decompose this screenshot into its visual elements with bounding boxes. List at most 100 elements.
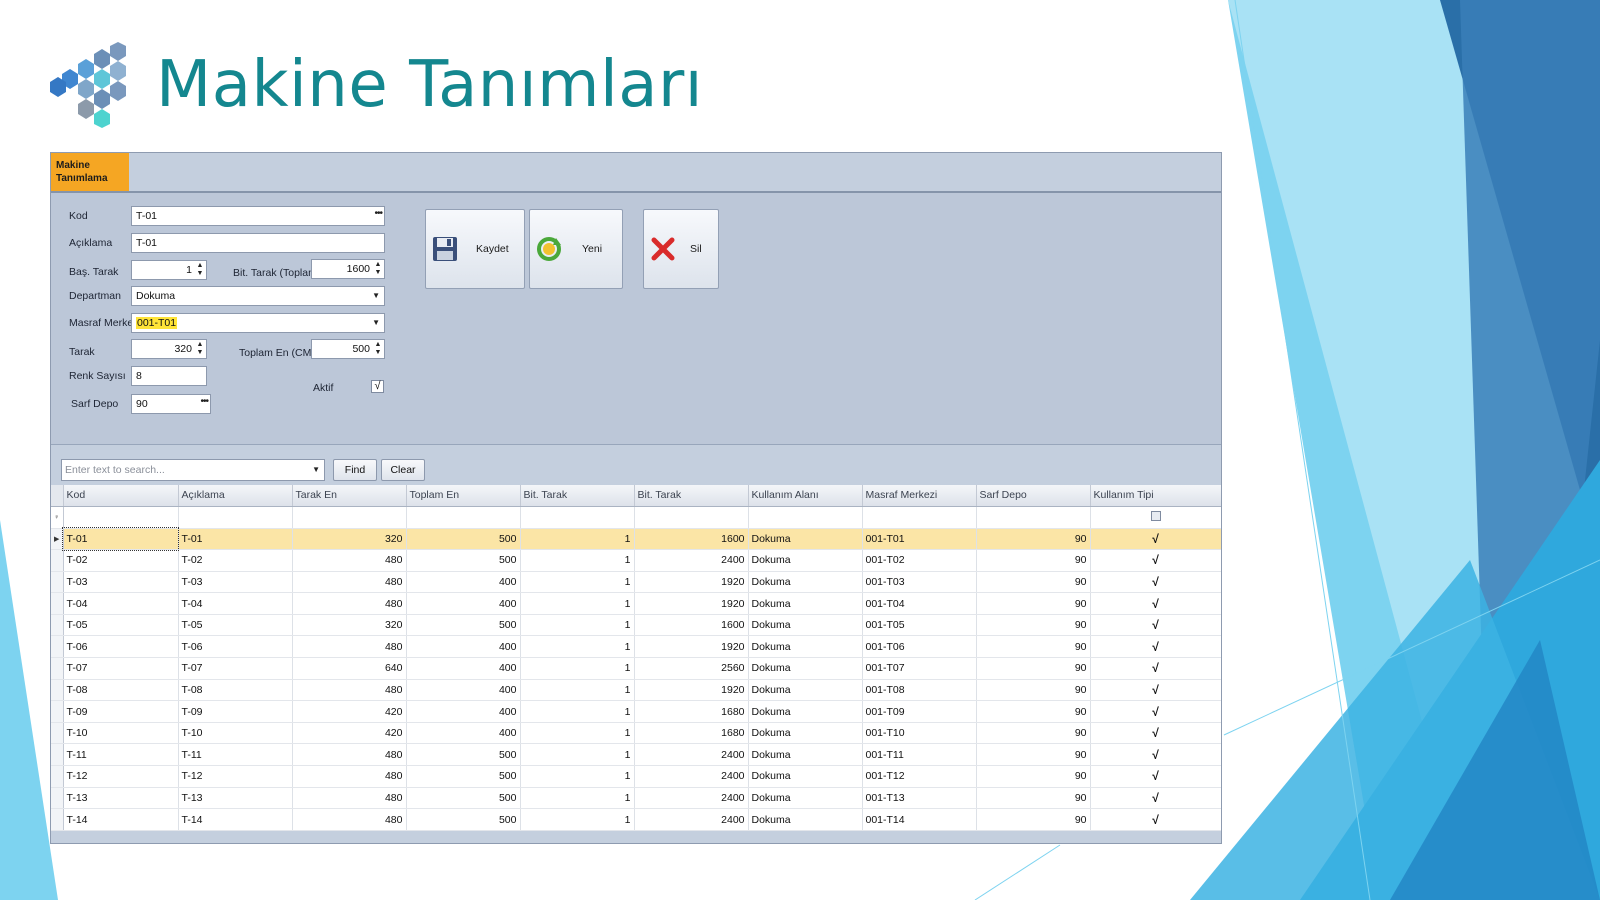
aktif-checkbox[interactable]: √ xyxy=(371,380,384,393)
grid-cell[interactable]: 1 xyxy=(520,787,635,810)
grid-cell[interactable]: Dokuma xyxy=(748,700,863,723)
grid-cell[interactable]: Dokuma xyxy=(748,657,863,680)
grid-cell[interactable]: T-07 xyxy=(63,657,179,680)
dropdown-arrow-icon[interactable]: ▼ xyxy=(372,291,380,300)
renk-sayisi-input[interactable]: 8 xyxy=(131,366,207,386)
grid-cell[interactable]: T-01 xyxy=(62,527,179,551)
column-header[interactable]: Bit. Tarak xyxy=(520,485,635,507)
kullanim-tipi-checkbox[interactable]: √ xyxy=(1090,765,1221,788)
column-header[interactable]: Kod xyxy=(63,485,179,507)
grid-cell[interactable]: 400 xyxy=(406,700,521,723)
grid-cell[interactable]: 90 xyxy=(976,679,1091,702)
grid-cell[interactable]: 400 xyxy=(406,657,521,680)
filter-cell[interactable] xyxy=(63,506,179,529)
grid-cell[interactable]: 1680 xyxy=(634,722,749,745)
grid-cell[interactable]: 500 xyxy=(406,765,521,788)
grid-cell[interactable]: 1920 xyxy=(634,592,749,615)
row-indicator[interactable] xyxy=(51,700,64,723)
grid-cell[interactable]: T-04 xyxy=(63,592,179,615)
grid-cell[interactable]: 1 xyxy=(520,765,635,788)
kullanim-tipi-checkbox[interactable]: √ xyxy=(1090,614,1221,637)
grid-cell[interactable]: 500 xyxy=(406,528,521,551)
grid-cell[interactable]: 420 xyxy=(292,700,407,723)
column-header[interactable]: Bit. Tarak xyxy=(634,485,749,507)
grid-cell[interactable]: 500 xyxy=(406,743,521,767)
grid-cell[interactable]: 480 xyxy=(292,808,407,831)
grid-cell[interactable]: 1 xyxy=(520,679,635,702)
grid-cell[interactable]: T-13 xyxy=(63,787,179,810)
grid-cell[interactable]: 420 xyxy=(292,722,407,745)
grid-cell[interactable]: 001-T05 xyxy=(862,614,977,637)
grid-cell[interactable]: 2400 xyxy=(634,787,749,810)
table-row[interactable]: T-14 T-14 480 500 1 2400 Dokuma 001-T14 90 √ xyxy=(51,808,1221,831)
grid-cell[interactable]: Dokuma xyxy=(748,528,863,551)
dropdown-arrow-icon[interactable]: ▼ xyxy=(312,465,320,474)
grid-cell[interactable]: T-14 xyxy=(63,808,179,831)
grid-cell[interactable]: 480 xyxy=(292,743,407,767)
grid-cell[interactable]: 1 xyxy=(520,700,635,723)
grid-cell[interactable]: 1920 xyxy=(634,679,749,702)
grid-cell[interactable]: T-05 xyxy=(63,614,179,637)
column-header[interactable]: Sarf Depo xyxy=(976,485,1091,507)
bas-tarak-spinner[interactable]: 1 ▲ ▼ xyxy=(131,260,207,280)
grid-cell[interactable]: Dokuma xyxy=(748,808,863,831)
sil-button[interactable]: Sil xyxy=(643,209,719,289)
grid-cell[interactable]: 90 xyxy=(976,614,1091,637)
tarak-spinner[interactable]: 320 ▲ ▼ xyxy=(131,339,207,359)
grid-cell[interactable]: 2400 xyxy=(634,549,749,572)
row-indicator[interactable] xyxy=(51,592,64,615)
filter-cell[interactable] xyxy=(862,506,977,529)
grid-cell[interactable]: 90 xyxy=(976,722,1091,745)
grid-cell[interactable]: T-12 xyxy=(63,765,179,788)
table-row[interactable]: ▶ T-01 T-01 320 500 1 1600 Dokuma 001-T01 90 √ xyxy=(51,527,1221,551)
grid-cell[interactable]: 1 xyxy=(520,635,635,659)
grid-cell[interactable]: 001-T13 xyxy=(862,787,977,810)
grid-cell[interactable]: 001-T12 xyxy=(862,765,977,788)
table-row[interactable]: T-10 T-10 420 400 1 1680 Dokuma 001-T10 90 √ xyxy=(51,722,1221,745)
aciklama-input[interactable]: T-01 xyxy=(131,233,385,253)
grid-cell[interactable]: T-12 xyxy=(178,765,293,788)
kullanim-tipi-checkbox[interactable]: √ xyxy=(1090,592,1221,615)
grid-cell[interactable]: 90 xyxy=(976,571,1091,594)
search-input[interactable]: Enter text to search... ▼ xyxy=(61,459,325,481)
kullanim-tipi-checkbox[interactable]: √ xyxy=(1090,657,1221,680)
filter-cell[interactable] xyxy=(976,506,1091,529)
toplam-en-spinner[interactable]: 500 ▲ ▼ xyxy=(311,339,385,359)
grid-cell[interactable]: 480 xyxy=(292,787,407,810)
grid-cell[interactable]: 480 xyxy=(292,679,407,702)
checkbox-filter-icon[interactable] xyxy=(1150,510,1161,521)
grid-cell[interactable]: T-08 xyxy=(63,679,179,702)
grid-cell[interactable]: 480 xyxy=(292,765,407,788)
grid-cell[interactable]: 90 xyxy=(976,528,1091,551)
grid-cell[interactable]: 500 xyxy=(406,614,521,637)
bit-tarak-spinner[interactable]: 1600 ▲ ▼ xyxy=(311,259,385,279)
grid-cell[interactable]: 90 xyxy=(976,635,1091,659)
grid-cell[interactable]: 001-T04 xyxy=(862,592,977,615)
row-indicator[interactable] xyxy=(51,635,64,659)
grid-cell[interactable]: T-14 xyxy=(178,808,293,831)
filter-cell[interactable] xyxy=(292,506,407,529)
table-row[interactable]: T-05 T-05 320 500 1 1600 Dokuma 001-T05 90 √ xyxy=(51,614,1221,637)
grid-cell[interactable]: Dokuma xyxy=(748,765,863,788)
grid-cell[interactable]: Dokuma xyxy=(748,787,863,810)
grid-cell[interactable]: 001-T07 xyxy=(862,657,977,680)
table-row[interactable]: T-08 T-08 480 400 1 1920 Dokuma 001-T08 90 √ xyxy=(51,679,1221,702)
kullanim-tipi-checkbox[interactable]: √ xyxy=(1090,700,1221,723)
grid-cell[interactable]: 400 xyxy=(406,592,521,615)
column-header[interactable]: Toplam En xyxy=(406,485,521,507)
filter-cell[interactable] xyxy=(748,506,863,529)
column-header[interactable]: Tarak En xyxy=(292,485,407,507)
ellipsis-icon[interactable]: ••• xyxy=(374,208,382,219)
grid-cell[interactable]: 1920 xyxy=(634,635,749,659)
kullanim-tipi-checkbox[interactable]: √ xyxy=(1090,787,1221,810)
grid-cell[interactable]: 400 xyxy=(406,722,521,745)
table-row[interactable]: T-02 T-02 480 500 1 2400 Dokuma 001-T02 90 √ xyxy=(51,549,1221,572)
tab-makine-tanimlama[interactable]: Makine Tanımlama xyxy=(51,153,129,191)
grid-cell[interactable]: Dokuma xyxy=(748,722,863,745)
row-indicator[interactable] xyxy=(51,808,64,831)
find-button[interactable]: Find xyxy=(333,459,377,481)
kullanim-tipi-checkbox[interactable]: √ xyxy=(1090,722,1221,745)
table-row[interactable]: T-13 T-13 480 500 1 2400 Dokuma 001-T13 90 √ xyxy=(51,787,1221,810)
spin-arrows-icon[interactable]: ▲ ▼ xyxy=(373,341,383,357)
grid-cell[interactable]: 500 xyxy=(406,808,521,831)
